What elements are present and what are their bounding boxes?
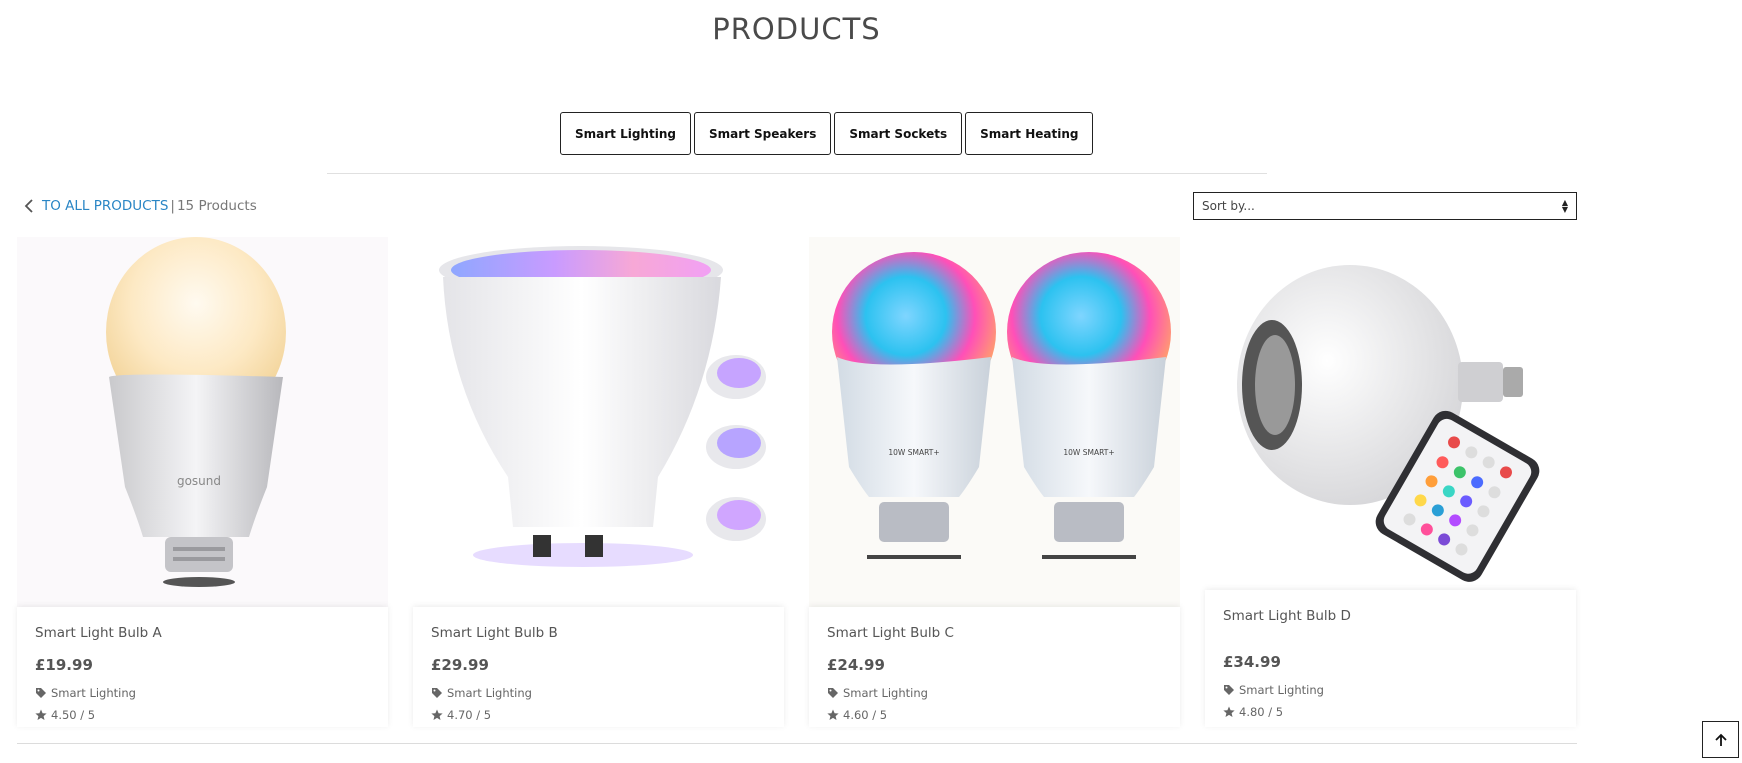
product-card: 10W SMART+ 10W SMART+ Smart Light Bulb C… (809, 237, 1180, 727)
product-rating: 4.60 / 5 (827, 708, 1162, 722)
product-info: Smart Light Bulb D £34.99 Smart Lighting… (1205, 590, 1576, 727)
product-rating-value: 4.80 / 5 (1239, 705, 1284, 719)
tag-icon (432, 688, 442, 698)
scroll-to-top-button[interactable] (1702, 721, 1739, 758)
product-category-label: Smart Lighting (51, 686, 136, 700)
divider (17, 743, 1577, 744)
product-card: Smart Light Bulb B £29.99 Smart Lighting… (413, 237, 784, 727)
sort-arrows-icon: ▲ ▼ (1561, 198, 1568, 214)
divider (327, 173, 1267, 174)
star-icon (35, 709, 47, 720)
product-category-label: Smart Lighting (1239, 683, 1324, 697)
svg-text:10W SMART+: 10W SMART+ (1063, 448, 1114, 457)
star-icon (827, 709, 839, 720)
product-price: £29.99 (431, 656, 489, 674)
product-rating: 4.80 / 5 (1223, 705, 1558, 719)
category-button-smart-sockets[interactable]: Smart Sockets (834, 112, 963, 155)
category-button-smart-heating[interactable]: Smart Heating (965, 112, 1094, 155)
product-price: £34.99 (1223, 653, 1281, 671)
product-info: Smart Light Bulb B £29.99 Smart Lighting… (413, 607, 784, 727)
product-image[interactable]: 10W SMART+ 10W SMART+ (809, 237, 1180, 607)
product-name[interactable]: Smart Light Bulb A (35, 625, 370, 641)
svg-text:10W SMART+: 10W SMART+ (888, 448, 939, 457)
category-button-smart-lighting[interactable]: Smart Lighting (560, 112, 691, 155)
product-rating-value: 4.50 / 5 (51, 708, 96, 722)
category-button-smart-speakers[interactable]: Smart Speakers (693, 112, 832, 155)
product-info: Smart Light Bulb A £19.99 Smart Lighting… (17, 607, 388, 727)
product-category-label: Smart Lighting (843, 686, 928, 700)
product-count: 15 Products (176, 198, 257, 214)
product-image[interactable] (413, 237, 784, 607)
tag-icon (36, 688, 46, 698)
sort-select[interactable]: Sort by... ▲ ▼ (1193, 192, 1577, 220)
product-category: Smart Lighting (1223, 683, 1558, 697)
star-icon (1223, 706, 1235, 717)
star-icon (431, 709, 443, 720)
product-price: £19.99 (35, 656, 93, 674)
product-card: gosund Smart Light Bulb A £19.99 Smart L… (17, 237, 388, 727)
tag-icon (1224, 685, 1234, 695)
product-rating-value: 4.60 / 5 (843, 708, 888, 722)
product-name[interactable]: Smart Light Bulb D (1223, 608, 1558, 624)
page-title: PRODUCTS (712, 12, 881, 46)
product-category-label: Smart Lighting (447, 686, 532, 700)
product-rating: 4.50 / 5 (35, 708, 370, 722)
product-category: Smart Lighting (827, 686, 1162, 700)
product-name[interactable]: Smart Light Bulb B (431, 625, 766, 641)
product-name[interactable]: Smart Light Bulb C (827, 625, 1162, 641)
arrow-up-icon (1714, 733, 1727, 746)
product-image[interactable]: gosund (17, 237, 388, 607)
product-price: £24.99 (827, 656, 885, 674)
chevron-left-icon[interactable] (20, 197, 38, 215)
product-image[interactable] (1205, 237, 1576, 589)
sort-select-value: Sort by... (1202, 199, 1255, 213)
product-rating: 4.70 / 5 (431, 708, 766, 722)
product-card: Smart Light Bulb D £34.99 Smart Lighting… (1205, 237, 1576, 727)
product-category: Smart Lighting (35, 686, 370, 700)
tag-icon (828, 688, 838, 698)
breadcrumb: TO ALL PRODUCTS | 15 Products (20, 197, 257, 215)
svg-text:gosund: gosund (177, 474, 221, 488)
category-filter-bar: Smart Lighting Smart Speakers Smart Sock… (560, 112, 1094, 155)
product-info: Smart Light Bulb C £24.99 Smart Lighting… (809, 607, 1180, 727)
breadcrumb-separator: | (170, 198, 175, 214)
back-to-all-products-link[interactable]: TO ALL PRODUCTS (42, 198, 168, 214)
product-rating-value: 4.70 / 5 (447, 708, 492, 722)
product-category: Smart Lighting (431, 686, 766, 700)
